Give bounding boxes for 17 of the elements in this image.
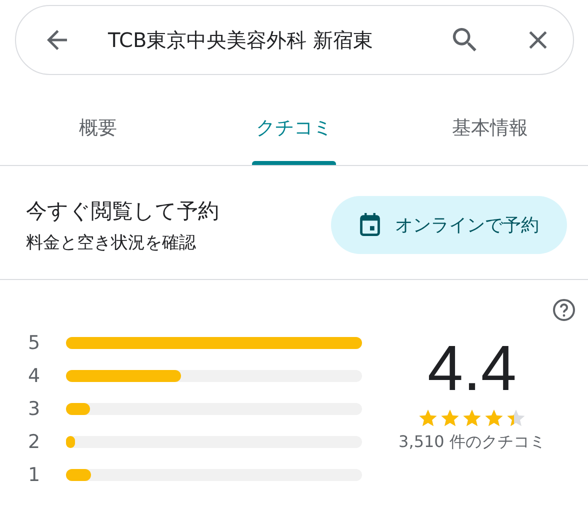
tab[interactable]: クチコミ xyxy=(256,110,332,150)
star-label: 1 xyxy=(28,464,42,486)
star-label: 4 xyxy=(28,365,42,387)
online-booking-button[interactable]: オンラインで予約 xyxy=(331,196,567,254)
search-field[interactable]: TCB東京中央美容外科 新宿東 xyxy=(15,5,574,75)
star-label: 3 xyxy=(28,398,42,420)
star-label: 5 xyxy=(28,332,42,354)
booking-title: 今すぐ閲覧して予約 xyxy=(26,198,219,224)
star-label: 2 xyxy=(28,431,42,453)
search-query: TCB東京中央美容外科 新宿東 xyxy=(108,26,374,54)
help-icon[interactable] xyxy=(552,298,576,322)
tab[interactable]: 基本情報 xyxy=(452,110,528,150)
calendar-icon xyxy=(359,213,381,237)
average-rating: 4.4 xyxy=(428,332,516,404)
booking-subtitle: 料金と空き状況を確認 xyxy=(26,232,197,254)
review-count[interactable]: 3,510 件のクチコミ xyxy=(398,432,546,453)
tab[interactable]: 概要 xyxy=(79,110,117,150)
